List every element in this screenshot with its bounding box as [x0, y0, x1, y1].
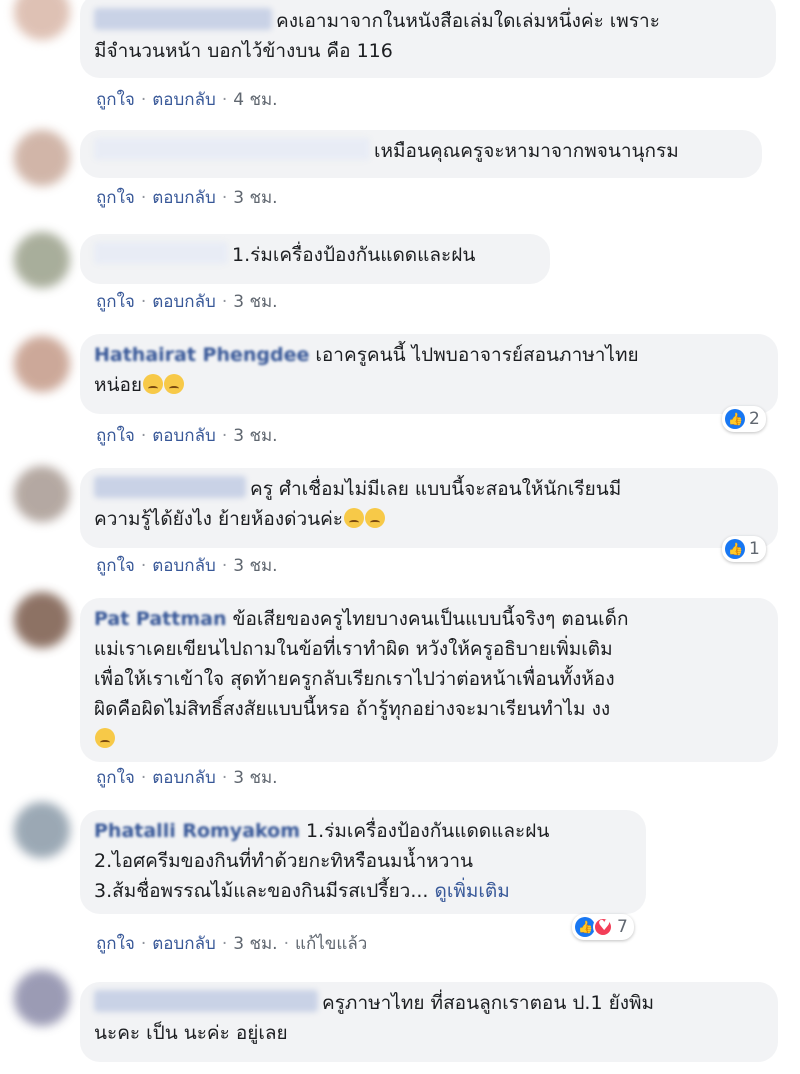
comment-bubble: 1.ร่มเครื่องป้องกันแดดและฝน	[80, 234, 550, 284]
comment-text-line2: มีจำนวนหน้า บอกไว้ข้างบน คือ 116	[94, 40, 393, 62]
timestamp[interactable]: 3 ชม.	[233, 188, 277, 208]
comment-bubble: Pat Pattman ข้อเสียของครูไทยบางคนเป็นแบบน…	[80, 598, 778, 762]
timestamp[interactable]: 3 ชม.	[233, 292, 277, 312]
like-reaction-icon	[725, 406, 745, 432]
comment-text: 1.ร่มเครื่องป้องกันแดดและฝน	[306, 820, 550, 842]
comment-bubble: Hathairat Phengdee เอาครูคนนี้ ไปพบอาจารย…	[80, 334, 778, 414]
timestamp[interactable]: 4 ชม.	[233, 90, 277, 110]
commenter-name-redacted[interactable]	[94, 8, 272, 30]
like-reaction-icon	[725, 536, 745, 562]
edited-label[interactable]: แก้ไขแล้ว	[295, 934, 367, 954]
crying-emoji-icon	[365, 508, 386, 528]
reaction-count: 7	[617, 917, 628, 937]
commenter-name-redacted[interactable]	[94, 476, 246, 498]
avatar[interactable]	[14, 970, 70, 1026]
comment-actions: ถูกใจ · ตอบกลับ · 3 ชม.	[96, 768, 278, 788]
avatar[interactable]	[14, 232, 70, 288]
comment-text: ครูภาษาไทย ที่สอนลูกเราตอน ป.1 ยังพิม	[322, 992, 655, 1014]
crying-emoji-icon	[344, 508, 365, 528]
comment-text: ข้อเสียของครูไทยบางคนเป็นแบบนี้จริงๆ ตอน…	[232, 608, 629, 630]
comment-text: คงเอามาจากในหนังสือเล่มใดเล่มหนึ่งค่ะ เพ…	[276, 10, 660, 32]
reply-link[interactable]: ตอบกลับ	[152, 90, 216, 110]
reaction-summary[interactable]: 7	[572, 913, 634, 940]
reply-link[interactable]: ตอบกลับ	[152, 292, 216, 312]
reaction-summary[interactable]: 2	[722, 406, 766, 432]
rolling-eyes-emoji-icon	[143, 374, 164, 394]
like-link[interactable]: ถูกใจ	[96, 768, 135, 788]
commenter-name-redacted[interactable]	[94, 138, 370, 160]
comment-actions: ถูกใจ · ตอบกลับ · 3 ชม.	[96, 292, 278, 312]
comment-actions: ถูกใจ · ตอบกลับ · 3 ชม.	[96, 426, 278, 446]
reply-link[interactable]: ตอบกลับ	[152, 768, 216, 788]
love-reaction-icon	[593, 913, 613, 939]
avatar[interactable]	[14, 0, 70, 40]
rolling-eyes-emoji-icon	[164, 374, 185, 394]
avatar[interactable]	[14, 130, 70, 186]
comment-actions: ถูกใจ · ตอบกลับ · 4 ชม.	[96, 90, 278, 110]
comment-bubble: ครูภาษาไทย ที่สอนลูกเราตอน ป.1 ยังพิม นะ…	[80, 982, 778, 1062]
reply-link[interactable]: ตอบกลับ	[152, 188, 216, 208]
commenter-name-redacted[interactable]	[94, 990, 318, 1012]
like-link[interactable]: ถูกใจ	[96, 188, 135, 208]
avatar[interactable]	[14, 466, 70, 522]
commenter-name-redacted[interactable]	[94, 242, 228, 264]
timestamp[interactable]: 3 ชม.	[233, 556, 277, 576]
like-link[interactable]: ถูกใจ	[96, 90, 135, 110]
reaction-summary[interactable]: 1	[722, 536, 766, 562]
comment-actions: ถูกใจ · ตอบกลับ · 3 ชม.	[96, 188, 278, 208]
comment-actions: ถูกใจ · ตอบกลับ · 3 ชม. · แก้ไขแล้ว	[96, 934, 368, 954]
comment-text-line3: เพื่อให้เราเข้าใจ สุดท้ายครูกลับเรียกเรา…	[94, 668, 615, 690]
avatar[interactable]	[14, 336, 70, 392]
like-link[interactable]: ถูกใจ	[96, 934, 135, 954]
comment-text-line2: แม่เราเคยเขียนไปถามในข้อที่เราทำผิด หวัง…	[94, 638, 613, 660]
comment-text: ครู ศำเชื่อมไม่มีเลย แบบนี้จะสอนให้นักเร…	[250, 478, 622, 500]
reaction-count: 2	[749, 409, 760, 429]
reply-link[interactable]: ตอบกลับ	[152, 556, 216, 576]
like-link[interactable]: ถูกใจ	[96, 292, 135, 312]
comment-bubble: ครู ศำเชื่อมไม่มีเลย แบบนี้จะสอนให้นักเร…	[80, 468, 778, 548]
reaction-count: 1	[749, 539, 760, 559]
comment-bubble: Phatalli Romyakom 1.ร่มเครื่องป้องกันแดดแ…	[80, 810, 646, 914]
timestamp[interactable]: 3 ชม.	[233, 426, 277, 446]
worried-emoji-icon	[95, 728, 115, 748]
comment-text-line3: 3.ส้มชื่อพรรณไม้และของกินมีรสเปรี้ยว...	[94, 880, 429, 902]
reply-link[interactable]: ตอบกลับ	[152, 426, 216, 446]
comment-text-line2: หน่อย	[94, 374, 143, 396]
commenter-name[interactable]: Pat Pattman	[94, 608, 226, 630]
comment-text-line2: นะคะ เป็น นะค่ะ อยู่เลย	[94, 1022, 288, 1044]
timestamp[interactable]: 3 ชม.	[233, 768, 277, 788]
comment-text-line2: 2.ไอศครีมของกินที่ทำด้วยกะทิหรือนมน้ำหวา…	[94, 850, 474, 872]
commenter-name[interactable]: Hathairat Phengdee	[94, 344, 309, 366]
comment-text: เหมือนคุณครูจะหามาจากพจนานุกรม	[374, 140, 679, 162]
see-more-link[interactable]: ดูเพิ่มเติม	[435, 880, 510, 902]
reply-link[interactable]: ตอบกลับ	[152, 934, 216, 954]
comment-text: เอาครูคนนี้ ไปพบอาจารย์สอนภาษาไทย	[315, 344, 639, 366]
commenter-name[interactable]: Phatalli Romyakom	[94, 820, 300, 842]
like-link[interactable]: ถูกใจ	[96, 426, 135, 446]
avatar[interactable]	[14, 592, 70, 648]
comment-text-line2: ความรู้ได้ยังไง ย้ายห้องด่วนค่ะ	[94, 508, 344, 530]
comment-bubble: เหมือนคุณครูจะหามาจากพจนานุกรม	[80, 130, 762, 178]
comment-text-line4: ผิดคือผิดไม่สิทธิ์สงสัยแบบนี้หรอ ถ้ารู้ท…	[94, 698, 611, 720]
comment-actions: ถูกใจ · ตอบกลับ · 3 ชม.	[96, 556, 278, 576]
like-reaction-icon	[575, 914, 595, 940]
timestamp[interactable]: 3 ชม.	[233, 934, 277, 954]
comment-bubble: คงเอามาจากในหนังสือเล่มใดเล่มหนึ่งค่ะ เพ…	[80, 0, 776, 78]
like-link[interactable]: ถูกใจ	[96, 556, 135, 576]
comment-text: 1.ร่มเครื่องป้องกันแดดและฝน	[232, 244, 476, 266]
avatar[interactable]	[14, 802, 70, 858]
